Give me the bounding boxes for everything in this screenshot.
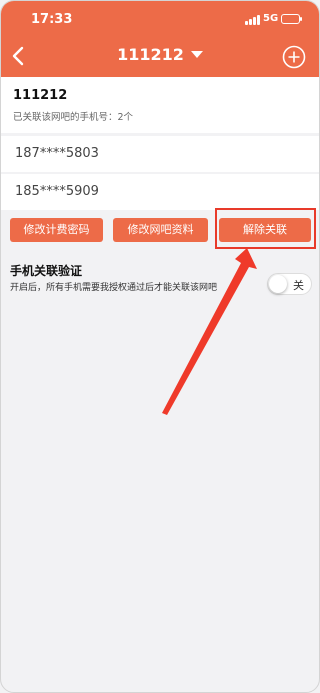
bound-phone-count: 已关联该网吧的手机号：2个 bbox=[13, 112, 134, 123]
toggle-knob bbox=[269, 275, 287, 293]
phone-number: 185****5909 bbox=[15, 184, 99, 199]
plus-circle-icon bbox=[282, 45, 306, 69]
app-header: 17:33 5G 111212 bbox=[1, 1, 319, 77]
phone-row[interactable]: 187****5803 bbox=[1, 136, 319, 172]
verification-title: 手机关联验证 bbox=[10, 264, 83, 278]
change-billing-password-button[interactable]: 修改计费密码 bbox=[10, 218, 103, 242]
nav-title: 111212 bbox=[117, 45, 184, 64]
edit-cafe-info-button[interactable]: 修改网吧资料 bbox=[113, 218, 208, 242]
add-button[interactable] bbox=[282, 45, 306, 69]
verification-description: 开启后，所有手机需要我授权通过后才能关联该网吧 bbox=[10, 283, 218, 293]
phone-row[interactable]: 185****5909 bbox=[1, 174, 319, 210]
phone-number: 187****5803 bbox=[15, 146, 99, 161]
signal-icon bbox=[245, 15, 261, 25]
battery-icon bbox=[281, 14, 302, 24]
cafe-name: 111212 bbox=[13, 88, 68, 103]
highlight-box bbox=[215, 208, 316, 249]
cafe-info-card: 111212 已关联该网吧的手机号：2个 bbox=[1, 77, 319, 133]
network-label: 5G bbox=[263, 13, 279, 24]
caret-down-icon bbox=[190, 51, 203, 58]
verification-toggle[interactable]: 关 bbox=[267, 273, 312, 295]
status-time: 17:33 bbox=[31, 12, 73, 27]
phone-screen: 17:33 5G 111212 111212 已关联该网吧的手机号：2个 187… bbox=[0, 0, 320, 693]
status-bar: 17:33 5G bbox=[1, 1, 319, 37]
cafe-selector[interactable]: 111212 bbox=[1, 45, 319, 64]
toggle-label: 关 bbox=[293, 279, 304, 292]
